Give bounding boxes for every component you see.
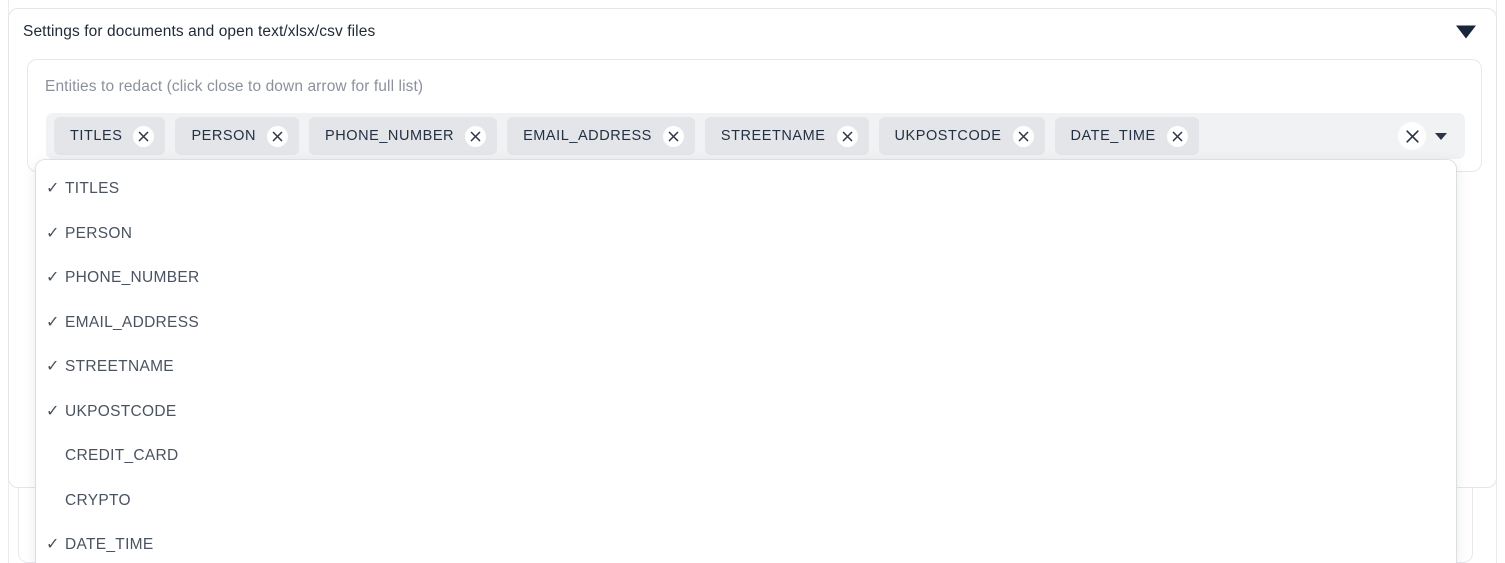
entity-chip-label: TITLES	[70, 128, 123, 144]
check-icon: ✓	[46, 180, 60, 198]
dropdown-option-label: CREDIT_CARD	[65, 447, 179, 465]
dropdown-option[interactable]: ✓ UKPOSTCODE	[36, 390, 1456, 435]
entity-chip-label: EMAIL_ADDRESS	[523, 128, 652, 144]
entities-field-card: Entities to redact (click close to down …	[27, 59, 1482, 172]
entity-chip-label: PHONE_NUMBER	[325, 128, 455, 144]
caret-down-icon[interactable]	[1435, 132, 1447, 140]
caret-down-icon[interactable]	[1456, 25, 1476, 39]
dropdown-option-label: STREETNAME	[65, 358, 174, 376]
close-icon[interactable]	[1166, 125, 1188, 147]
close-icon[interactable]	[133, 125, 155, 147]
check-icon: ✓	[46, 224, 60, 242]
entity-chip[interactable]: UKPOSTCODE	[878, 117, 1045, 155]
check-icon: ✓	[46, 313, 60, 331]
entity-chip-label: PERSON	[191, 128, 256, 144]
settings-card-header: Settings for documents and open text/xls…	[9, 9, 1496, 55]
dropdown-option[interactable]: CRYPTO	[36, 479, 1456, 524]
check-icon: ✓	[46, 269, 60, 287]
entities-field-label: Entities to redact (click close to down …	[45, 78, 424, 95]
dropdown-option-label: EMAIL_ADDRESS	[65, 313, 199, 331]
dropdown-option[interactable]: ✓ PERSON	[36, 212, 1456, 257]
close-icon[interactable]	[465, 125, 487, 147]
multiselect-actions	[1398, 122, 1447, 150]
dropdown-option[interactable]: ✓ EMAIL_ADDRESS	[36, 301, 1456, 346]
dropdown-option[interactable]: ✓ PHONE_NUMBER	[36, 256, 1456, 301]
entity-chip[interactable]: TITLES	[54, 117, 166, 155]
close-icon[interactable]	[1012, 125, 1034, 147]
clear-all-icon[interactable]	[1398, 122, 1426, 150]
dropdown-option-label: DATE_TIME	[65, 536, 154, 554]
close-icon[interactable]	[836, 125, 858, 147]
close-icon[interactable]	[267, 125, 288, 147]
entity-chip[interactable]: STREETNAME	[704, 117, 869, 155]
entity-chip-label: STREETNAME	[720, 128, 826, 144]
check-icon: ✓	[46, 358, 60, 376]
entity-chip[interactable]: PERSON	[175, 117, 299, 155]
selected-entity-chips: TITLES PERSON PHONE_NUMBER EMAIL_ADDRESS…	[54, 117, 1398, 155]
entity-chip[interactable]: EMAIL_ADDRESS	[507, 117, 695, 155]
dropdown-option-label: PERSON	[65, 224, 133, 242]
check-icon: ✓	[46, 536, 60, 554]
close-icon[interactable]	[662, 125, 684, 147]
dropdown-option[interactable]: CREDIT_CARD	[36, 434, 1456, 479]
dropdown-option[interactable]: ✓ TITLES	[36, 167, 1456, 212]
entity-chip[interactable]: DATE_TIME	[1054, 117, 1199, 155]
entity-chip-label: UKPOSTCODE	[894, 128, 1002, 144]
dropdown-option-label: CRYPTO	[65, 491, 131, 509]
dropdown-option-label: UKPOSTCODE	[65, 402, 177, 420]
entities-dropdown-list[interactable]: ✓ TITLES ✓ PERSON ✓ PHONE_NUMBER ✓ EMAIL…	[36, 160, 1456, 563]
entity-chip[interactable]: PHONE_NUMBER	[309, 117, 498, 155]
check-icon: ✓	[46, 402, 60, 420]
dropdown-option[interactable]: ✓ DATE_TIME	[36, 523, 1456, 563]
dropdown-option-label: TITLES	[65, 180, 120, 198]
entities-multiselect[interactable]: TITLES PERSON PHONE_NUMBER EMAIL_ADDRESS…	[46, 113, 1465, 159]
dropdown-option-label: PHONE_NUMBER	[65, 269, 200, 287]
dropdown-option[interactable]: ✓ STREETNAME	[36, 345, 1456, 390]
page-title: Settings for documents and open text/xls…	[23, 23, 376, 40]
entity-chip-label: DATE_TIME	[1070, 128, 1156, 144]
